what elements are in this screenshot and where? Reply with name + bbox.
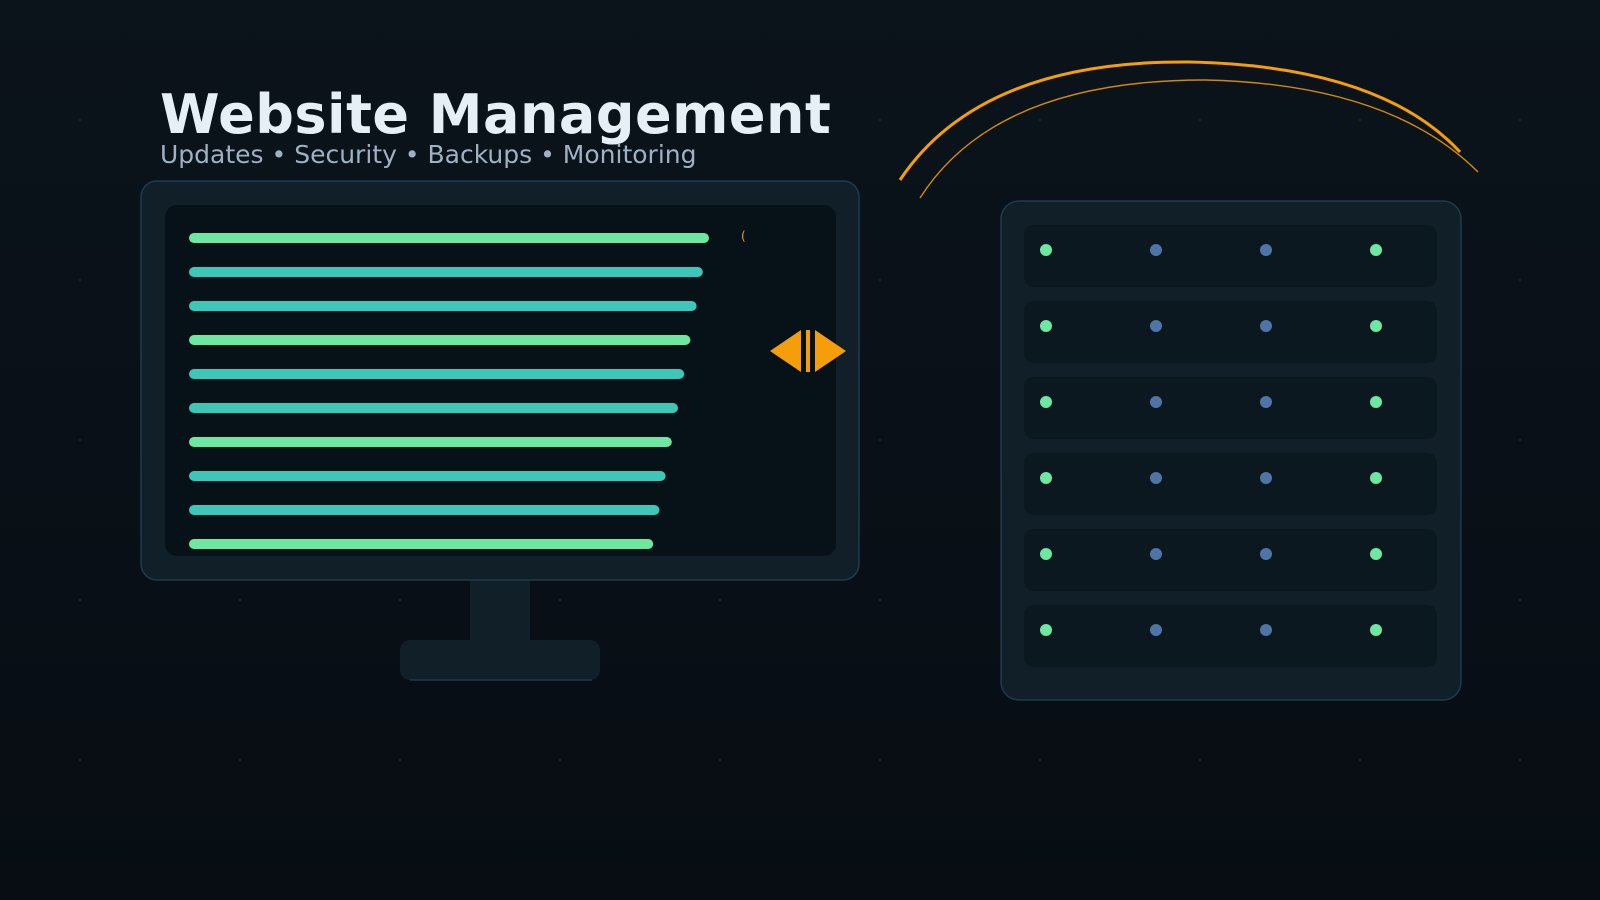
grid-dot <box>79 439 81 441</box>
status-led <box>1370 320 1382 332</box>
grid-dot <box>79 279 81 281</box>
grid-dot <box>879 279 881 281</box>
grid-dot <box>399 759 401 761</box>
status-led <box>1260 320 1272 332</box>
grid-dot <box>1199 119 1201 121</box>
server-unit <box>1024 605 1437 667</box>
code-line <box>189 505 660 515</box>
orbit-arc-outer <box>898 60 1462 181</box>
status-led <box>1260 244 1272 256</box>
status-led <box>1370 624 1382 636</box>
orbit-arc-inner <box>919 79 1479 199</box>
status-led <box>1370 396 1382 408</box>
server-unit <box>1024 529 1437 591</box>
status-led <box>1040 396 1052 408</box>
status-led <box>1040 320 1052 332</box>
server-unit-panel <box>1024 453 1437 515</box>
server-unit-panel <box>1024 301 1437 363</box>
status-led <box>1040 244 1052 256</box>
status-led <box>1150 244 1162 256</box>
status-led <box>1260 624 1272 636</box>
grid-dot <box>1039 119 1041 121</box>
grid-dot <box>1519 599 1521 601</box>
server-unit <box>1024 301 1437 363</box>
status-led <box>1040 624 1052 636</box>
grid-dot <box>559 759 561 761</box>
status-led <box>1260 472 1272 484</box>
server-unit-panel <box>1024 377 1437 439</box>
status-led <box>1040 548 1052 560</box>
code-line <box>189 267 703 277</box>
status-led <box>1370 244 1382 256</box>
grid-dot <box>1519 759 1521 761</box>
monitor-screen <box>165 205 836 556</box>
grid-dot <box>79 119 81 121</box>
server-unit <box>1024 453 1437 515</box>
code-line <box>189 471 666 481</box>
status-led <box>1150 624 1162 636</box>
server-unit-panel <box>1024 225 1437 287</box>
code-line <box>189 369 685 379</box>
grid-dot <box>239 599 241 601</box>
grid-dot <box>879 119 881 121</box>
status-led <box>1370 472 1382 484</box>
grid-dot <box>1039 759 1041 761</box>
status-led <box>1150 548 1162 560</box>
grid-dot <box>559 599 561 601</box>
code-line <box>189 335 691 345</box>
grid-dot <box>1359 759 1361 761</box>
grid-dot <box>719 599 721 601</box>
code-line <box>189 539 654 549</box>
code-line <box>189 403 678 413</box>
code-line <box>189 301 697 311</box>
grid-dot <box>399 599 401 601</box>
status-led <box>1150 396 1162 408</box>
grid-dot <box>79 599 81 601</box>
grid-dot <box>879 599 881 601</box>
grid-dot <box>79 759 81 761</box>
monitor-base <box>400 640 600 680</box>
server-unit <box>1024 377 1437 439</box>
grid-dot <box>1199 759 1201 761</box>
server-rack <box>1000 200 1462 701</box>
status-led <box>1370 548 1382 560</box>
code-line <box>189 437 672 447</box>
grid-dot <box>1519 119 1521 121</box>
grid-dot <box>239 759 241 761</box>
grid-dot <box>879 439 881 441</box>
grid-dot <box>1519 439 1521 441</box>
status-led <box>1150 472 1162 484</box>
grid-dot <box>1519 279 1521 281</box>
page-title: Website Management <box>160 83 832 146</box>
status-led <box>1150 320 1162 332</box>
status-arc <box>898 60 1479 199</box>
status-led <box>1260 548 1272 560</box>
grid-dot <box>719 759 721 761</box>
monitor: ( <box>140 180 860 681</box>
status-led <box>1040 472 1052 484</box>
cursor-mark: ( <box>741 229 746 243</box>
grid-dot <box>879 759 881 761</box>
server-unit-panel <box>1024 605 1437 667</box>
status-led <box>1260 396 1272 408</box>
code-line <box>189 233 709 243</box>
server-unit-panel <box>1024 529 1437 591</box>
page-subtitle: Updates • Security • Backups • Monitorin… <box>160 140 697 169</box>
server-unit <box>1024 225 1437 287</box>
grid-dot <box>1359 119 1361 121</box>
monitor-neck <box>470 578 530 644</box>
